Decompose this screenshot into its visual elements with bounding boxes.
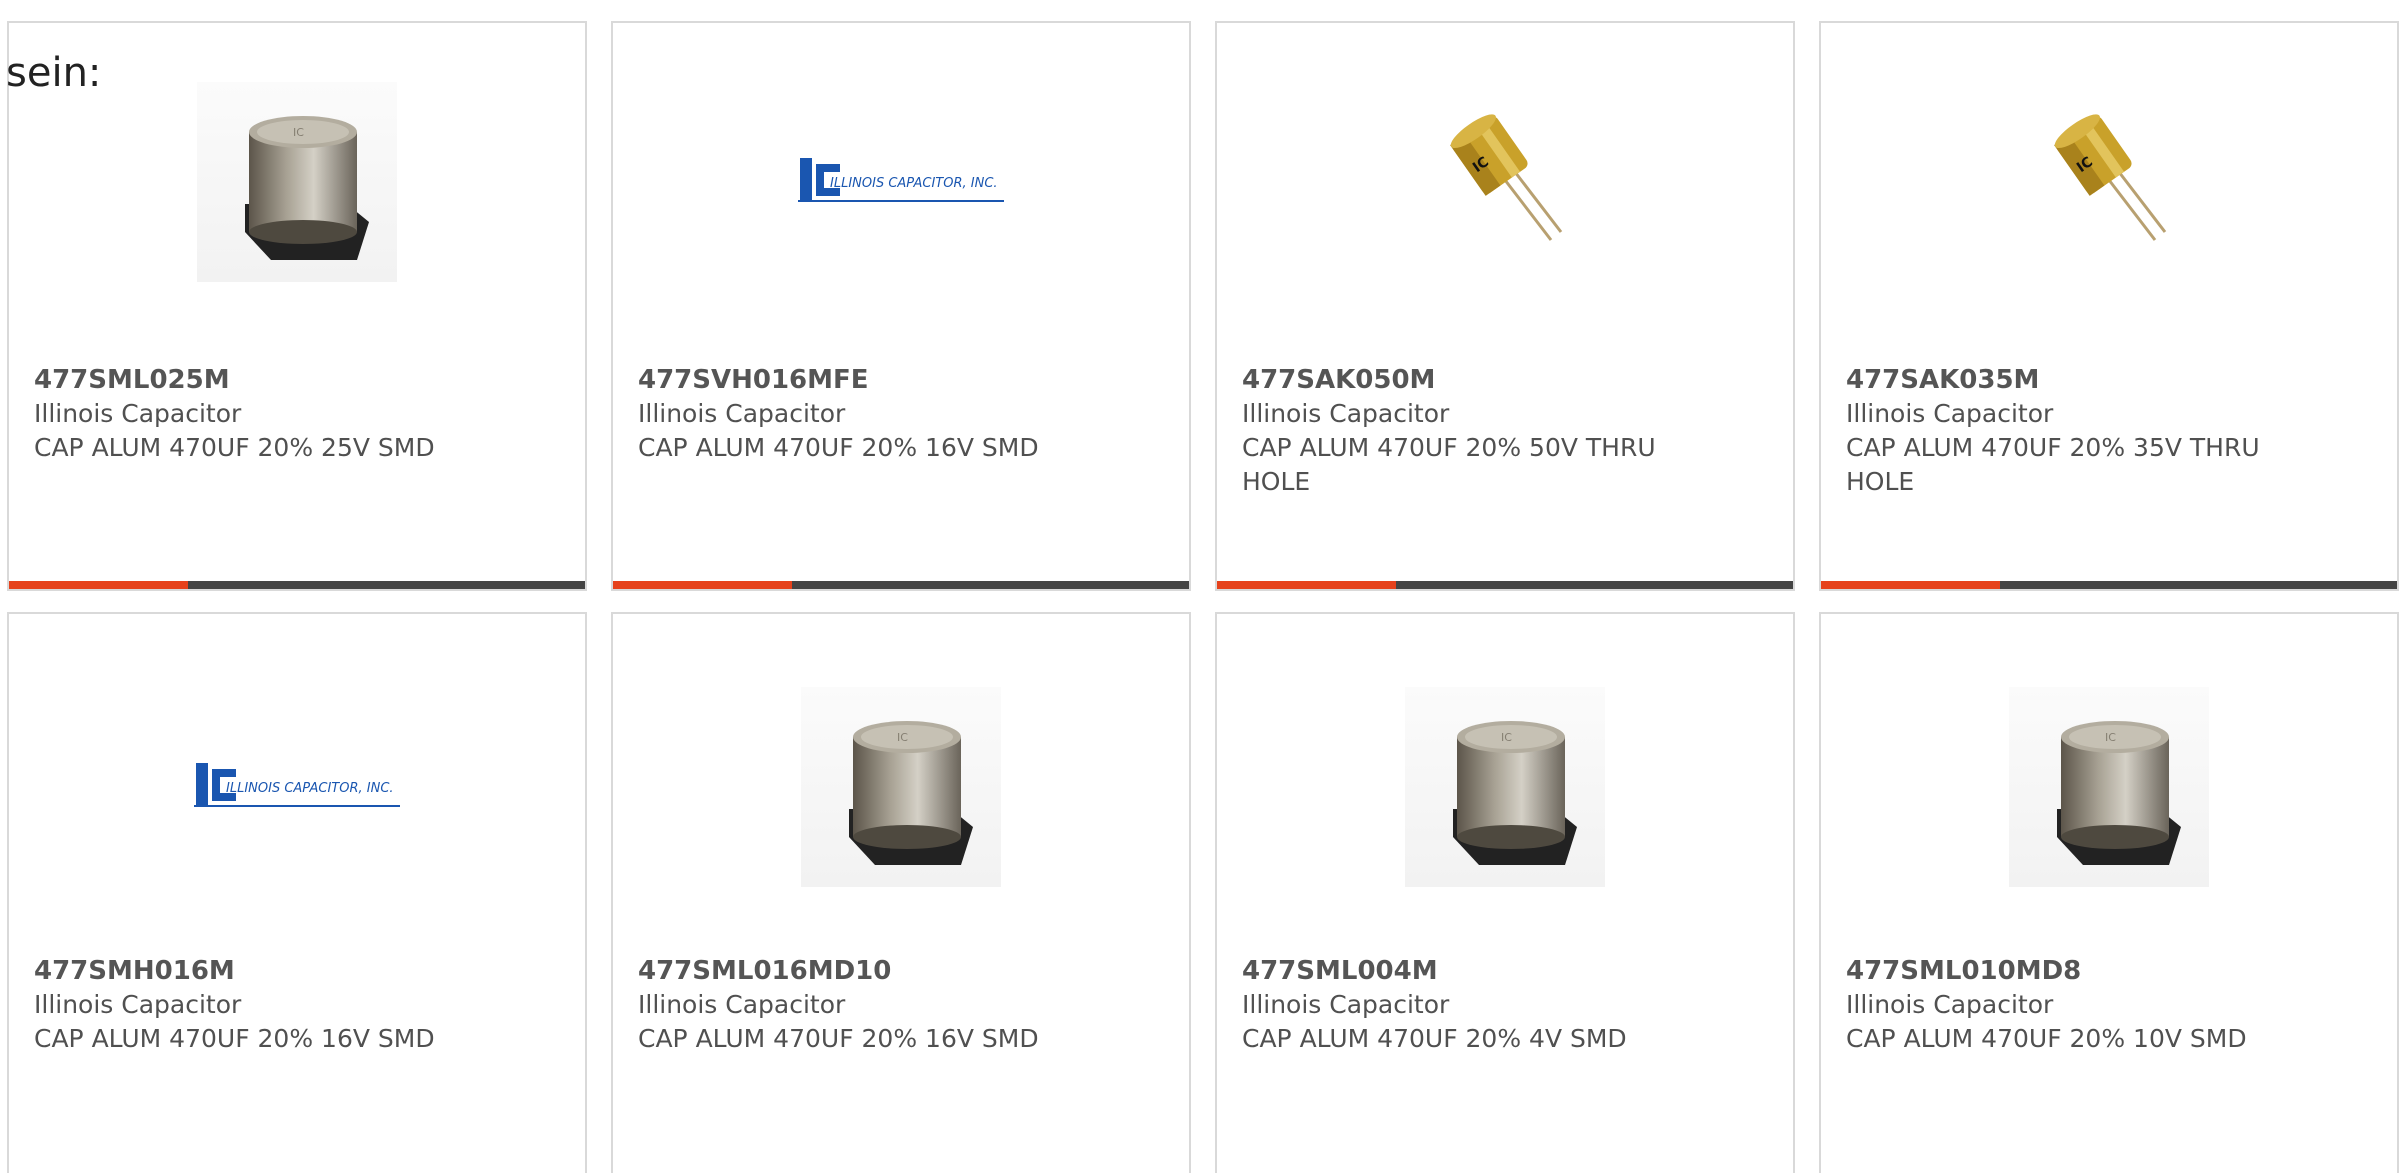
product-image[interactable]: IC (9, 81, 585, 283)
through-hole-capacitor-icon: IC (2039, 110, 2179, 254)
manufacturer: Illinois Capacitor (34, 399, 242, 428)
product-grid-page: sein: IC 477SML025M Illinois Capacitor C… (0, 0, 2400, 1173)
progress-fill (9, 581, 188, 589)
progress-bar (1821, 581, 2397, 589)
illinois-capacitor-logo: ILLINOIS CAPACITOR, INC. (796, 150, 1006, 214)
product-description: CAP ALUM 470UF 20% 10V SMD (1846, 1024, 2247, 1053)
svg-text:IC: IC (293, 126, 304, 139)
progress-bar (613, 581, 1189, 589)
part-number[interactable]: 477SVH016MFE (638, 363, 1164, 397)
part-number[interactable]: 477SMH016M (34, 954, 560, 988)
part-number[interactable]: 477SAK050M (1242, 363, 1768, 397)
product-image[interactable]: IC (613, 686, 1189, 888)
product-description: CAP ALUM 470UF 20% 25V SMD (34, 433, 435, 462)
product-description: CAP ALUM 470UF 20% 16V SMD (638, 1024, 1039, 1053)
part-number[interactable]: 477SML004M (1242, 954, 1768, 988)
product-card[interactable]: ILLINOIS CAPACITOR, INC. 477SVH016MFE Il… (611, 21, 1191, 591)
part-number[interactable]: 477SML010MD8 (1846, 954, 2372, 988)
smd-capacitor-icon: IC (2009, 687, 2209, 887)
product-info: 477SML016MD10 Illinois Capacitor CAP ALU… (638, 954, 1164, 1056)
manufacturer: Illinois Capacitor (1242, 990, 1450, 1019)
progress-bar (1217, 581, 1793, 589)
product-image[interactable]: IC (1217, 81, 1793, 283)
svg-text:IC: IC (897, 731, 908, 744)
product-info: 477SAK035M Illinois Capacitor CAP ALUM 4… (1846, 363, 2372, 499)
svg-text:ILLINOIS CAPACITOR, INC.: ILLINOIS CAPACITOR, INC. (830, 176, 998, 191)
product-card[interactable]: IC 477SML016MD10 Illinois Capacitor CAP … (611, 612, 1191, 1173)
svg-text:IC: IC (2105, 731, 2116, 744)
smd-capacitor-icon: IC (801, 687, 1001, 887)
progress-fill (1217, 581, 1396, 589)
product-info: 477SMH016M Illinois Capacitor CAP ALUM 4… (34, 954, 560, 1056)
through-hole-capacitor-icon: IC (1435, 110, 1575, 254)
product-card[interactable]: ILLINOIS CAPACITOR, INC. 477SMH016M Illi… (7, 612, 587, 1173)
svg-text:IC: IC (1501, 731, 1512, 744)
smd-capacitor-icon: IC (1405, 687, 1605, 887)
product-card[interactable]: IC 477SML004M Illinois Capacitor CAP ALU… (1215, 612, 1795, 1173)
product-card[interactable]: IC 477SML025M Illinois Capacitor CAP ALU… (7, 21, 587, 591)
product-info: 477SVH016MFE Illinois Capacitor CAP ALUM… (638, 363, 1164, 465)
product-description: CAP ALUM 470UF 20% 35V THRU HOLE (1846, 433, 2260, 496)
product-info: 477SAK050M Illinois Capacitor CAP ALUM 4… (1242, 363, 1768, 499)
progress-fill (1821, 581, 2000, 589)
smd-capacitor-icon: IC (197, 82, 397, 282)
product-description: CAP ALUM 470UF 20% 16V SMD (34, 1024, 435, 1053)
manufacturer: Illinois Capacitor (638, 399, 846, 428)
manufacturer: Illinois Capacitor (638, 990, 846, 1019)
product-description: CAP ALUM 470UF 20% 4V SMD (1242, 1024, 1627, 1053)
product-description: CAP ALUM 470UF 20% 16V SMD (638, 433, 1039, 462)
product-image[interactable]: IC (1821, 81, 2397, 283)
part-number[interactable]: 477SAK035M (1846, 363, 2372, 397)
product-card[interactable]: IC 477SAK035M Illinois Capacitor CAP ALU… (1819, 21, 2399, 591)
product-card[interactable]: IC 477SML010MD8 Illinois Capacitor CAP A… (1819, 612, 2399, 1173)
product-image[interactable]: IC (1217, 686, 1793, 888)
product-image[interactable]: IC (1821, 686, 2397, 888)
part-number[interactable]: 477SML016MD10 (638, 954, 1164, 988)
progress-bar (9, 581, 585, 589)
illinois-capacitor-logo: ILLINOIS CAPACITOR, INC. (192, 755, 402, 819)
product-image[interactable]: ILLINOIS CAPACITOR, INC. (613, 81, 1189, 283)
product-description: CAP ALUM 470UF 20% 50V THRU HOLE (1242, 433, 1656, 496)
manufacturer: Illinois Capacitor (1242, 399, 1450, 428)
progress-fill (613, 581, 792, 589)
heading-fragment: sein: (6, 50, 102, 96)
svg-text:ILLINOIS CAPACITOR, INC.: ILLINOIS CAPACITOR, INC. (226, 781, 394, 796)
part-number[interactable]: 477SML025M (34, 363, 560, 397)
manufacturer: Illinois Capacitor (1846, 990, 2054, 1019)
manufacturer: Illinois Capacitor (34, 990, 242, 1019)
product-image[interactable]: ILLINOIS CAPACITOR, INC. (9, 686, 585, 888)
product-card[interactable]: IC 477SAK050M Illinois Capacitor CAP ALU… (1215, 21, 1795, 591)
product-info: 477SML025M Illinois Capacitor CAP ALUM 4… (34, 363, 560, 465)
product-info: 477SML010MD8 Illinois Capacitor CAP ALUM… (1846, 954, 2372, 1056)
product-info: 477SML004M Illinois Capacitor CAP ALUM 4… (1242, 954, 1768, 1056)
manufacturer: Illinois Capacitor (1846, 399, 2054, 428)
